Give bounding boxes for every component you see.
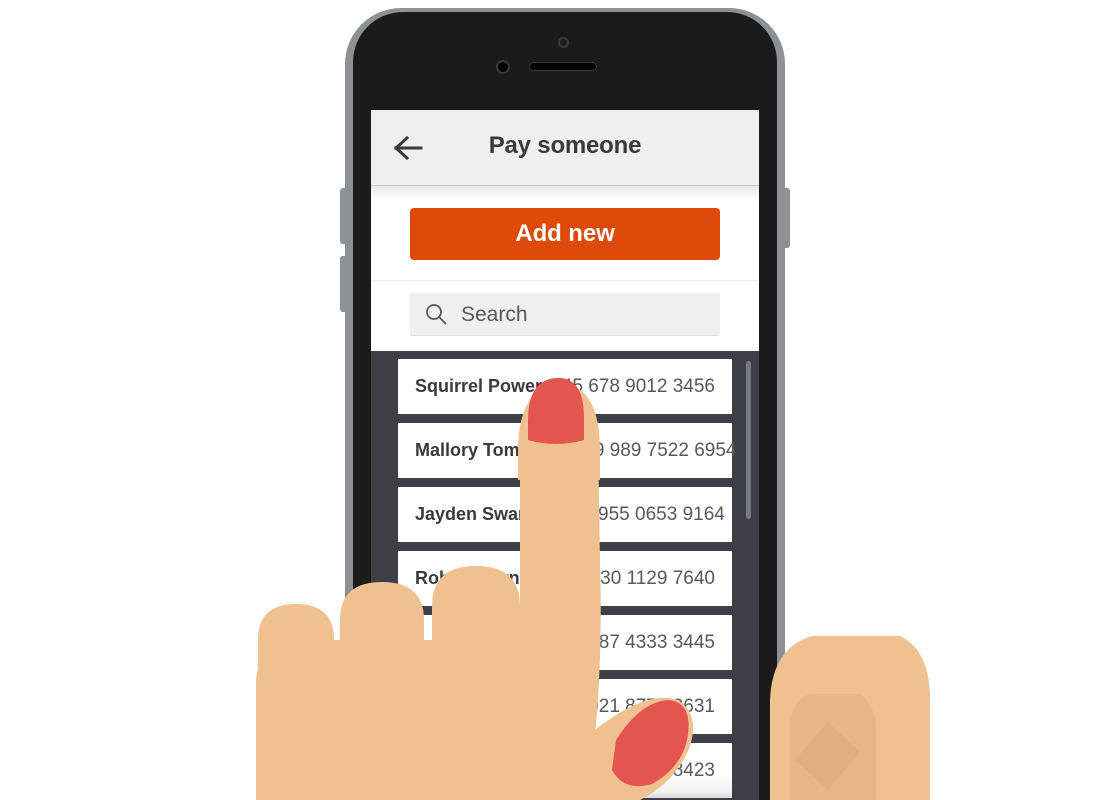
holding-hand-right [770, 636, 930, 800]
contact-name: Mallory Tomlinson [415, 440, 573, 460]
contact-account-number: 869 955 0653 9164 [561, 503, 725, 525]
list-scrollbar[interactable] [746, 361, 751, 519]
add-new-button[interactable]: Add new [410, 208, 720, 260]
power-button[interactable] [783, 188, 790, 248]
list-item[interactable]: Jayden Swanson 869 955 0653 9164 [398, 487, 732, 542]
contact-name: Jayden Swanson [415, 504, 562, 524]
list-item[interactable]: 869 921 8773 9631 [398, 679, 732, 734]
contact-name: Rohan Tierney [415, 568, 540, 588]
volume-down-button[interactable] [340, 256, 347, 312]
contact-account-number: 869 987 4333 3445 [551, 631, 715, 653]
search-input[interactable] [459, 293, 712, 337]
volume-up-button[interactable] [340, 188, 347, 244]
search-icon [425, 303, 447, 325]
list-item[interactable]: Rohan Tierney 869 930 1129 7640 [398, 551, 732, 606]
screenshot-stage: Pay someone Add new Squirrel Power [0, 0, 1100, 800]
search-box[interactable] [410, 293, 720, 337]
contact-list: Squirrel Power 345 678 9012 3456 Mallory… [371, 351, 759, 800]
contact-account-number: 869 921 8773 9631 [551, 695, 715, 717]
list-item[interactable]: Squirrel Power 345 678 9012 3456 [398, 359, 732, 414]
contact-account-number: 869 989 7522 6954 [572, 439, 737, 461]
app-header: Pay someone [371, 110, 759, 186]
front-camera-icon [558, 37, 569, 48]
contact-name: Squirrel Power [415, 376, 543, 396]
page-title: Pay someone [488, 132, 642, 159]
proximity-sensor-icon [496, 60, 510, 74]
list-item[interactable]: 869 987 4333 3445 [398, 615, 732, 670]
contact-account-number: 869 930 1129 7640 [552, 567, 715, 589]
list-item[interactable]: Mallory Tomlinson 869 989 7522 6954 [398, 423, 736, 478]
earpiece-speaker [529, 62, 597, 71]
phone-screen: Pay someone Add new Squirrel Power [371, 110, 759, 800]
list-item[interactable]: 869 943 7702 8423 [398, 743, 732, 798]
contact-account-number: 345 678 9012 3456 [551, 375, 715, 397]
contact-account-number: 869 943 7702 8423 [551, 759, 715, 781]
search-section [371, 281, 759, 351]
cta-section: Add new [371, 186, 759, 281]
